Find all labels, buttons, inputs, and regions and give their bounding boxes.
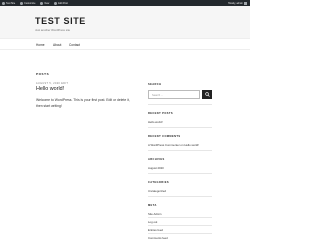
list-divider: [148, 233, 212, 234]
adminbar-account-label: Howdy, admin: [228, 1, 243, 5]
widget-divider: [148, 127, 212, 128]
primary-nav: Home About Contact: [0, 38, 250, 50]
post-title[interactable]: Hello world!: [36, 86, 64, 92]
category-link[interactable]: Uncategorized: [148, 189, 166, 193]
adminbar-customize-link[interactable]: Customize: [20, 1, 36, 5]
site-tagline: Just another WordPress site: [35, 28, 71, 32]
list-divider: [148, 225, 212, 226]
avatar: [244, 1, 247, 5]
adminbar-edit-link[interactable]: Edit Post: [54, 1, 68, 5]
recent-comments-title: RECENT COMMENTS: [148, 135, 181, 138]
adminbar-new-link[interactable]: New: [40, 1, 50, 5]
search-icon: [204, 92, 210, 97]
adminbar-site-label: Test Site: [6, 1, 16, 5]
archive-link[interactable]: August 2020: [148, 166, 164, 170]
widget-divider: [148, 173, 212, 174]
widget-divider: [148, 196, 212, 197]
widget-divider: [148, 150, 212, 151]
meta-link-comments-feed[interactable]: Comments feed: [148, 236, 168, 240]
post-content: Welcome to WordPress. This is your first…: [36, 98, 130, 108]
site-title[interactable]: TEST SITE: [35, 16, 86, 26]
recent-post-link[interactable]: Hello world!: [148, 120, 163, 124]
widget-divider: [148, 104, 212, 105]
categories-title: CATEGORIES: [148, 181, 169, 184]
wordpress-icon: [2, 1, 5, 5]
pencil-icon: [54, 1, 58, 5]
post-meta[interactable]: AUGUST 5, 2020 EDIT: [36, 82, 68, 85]
adminbar-new-label: New: [44, 1, 50, 5]
recent-posts-title: RECENT POSTS: [148, 112, 173, 115]
brush-icon: [20, 1, 24, 5]
meta-title: META: [148, 204, 157, 207]
plus-icon: [40, 1, 44, 5]
meta-link-site-admin[interactable]: Site Admin: [148, 212, 161, 216]
search-button[interactable]: [202, 90, 212, 99]
adminbar-customize-label: Customize: [24, 1, 36, 5]
nav-item-home[interactable]: Home: [36, 43, 45, 47]
nav-item-contact[interactable]: Contact: [69, 43, 80, 47]
archives-title: ARCHIVES: [148, 158, 165, 161]
meta-link-entries-feed[interactable]: Entries feed: [148, 228, 163, 232]
page-title: POSTS: [36, 72, 50, 76]
nav-item-about[interactable]: About: [53, 43, 61, 47]
adminbar-edit-label: Edit Post: [58, 1, 68, 5]
list-divider: [148, 217, 212, 218]
search-input[interactable]: Search ...: [148, 90, 200, 99]
search-widget-title: SEARCH: [148, 83, 162, 86]
adminbar-site-link[interactable]: Test Site: [2, 1, 16, 5]
recent-comment-link[interactable]: A WordPress Commenter on Hello world!: [148, 143, 199, 147]
meta-link-log-out[interactable]: Log out: [148, 220, 157, 224]
